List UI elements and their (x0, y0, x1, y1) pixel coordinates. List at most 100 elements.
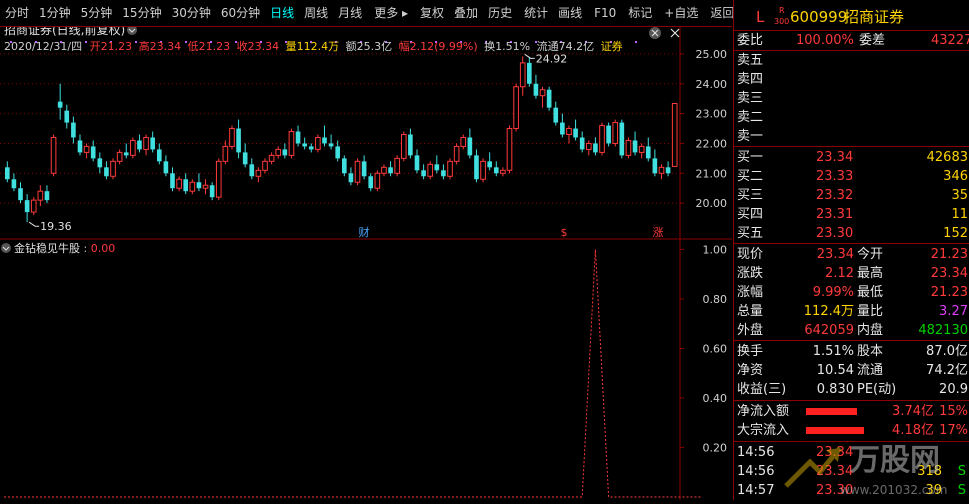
stat-row: 现价 23.34 今开 21.23 (734, 245, 969, 264)
quote-turn-label: 换 (484, 39, 495, 53)
stat-row: 涨跌 2.12 最高 23.34 (734, 264, 969, 283)
stat-label: 换手 (737, 344, 764, 359)
quote-sector: 证券 (601, 39, 623, 53)
stat-label: 收益(三) (737, 382, 787, 397)
candle-body (434, 164, 440, 171)
stat-value: 482130 (918, 323, 968, 338)
stat-label: 涨幅 (737, 285, 764, 300)
quote-low-label: 低 (188, 40, 199, 53)
ind-ytick-label: 0.80 (703, 293, 728, 306)
candle-body (645, 146, 651, 159)
toolbar-item[interactable]: 周线 (299, 0, 333, 26)
toolbar-item[interactable]: 更多 ▸ (369, 0, 413, 26)
stat-value: 21.23 (930, 285, 968, 300)
candle-body (381, 166, 387, 174)
candle-body (18, 188, 23, 201)
toolbar-item[interactable]: 统计 (519, 0, 553, 26)
candle-body (593, 143, 598, 153)
candle-body (658, 166, 665, 174)
candle-body (493, 167, 499, 174)
sell-level-row: 卖四 (734, 70, 969, 89)
chart-close-icon[interactable] (670, 28, 680, 38)
quote-float-label: 流通 (537, 39, 559, 53)
toolbar-item[interactable]: 叠加 (449, 0, 483, 26)
candle-body (394, 157, 400, 174)
candle-body (460, 136, 467, 147)
toolbar-item[interactable]: 30分钟 (167, 0, 216, 26)
toolbar-item[interactable]: 1分钟 (34, 0, 76, 26)
candle-body (408, 134, 413, 156)
toolbar-item[interactable]: 日线 (265, 0, 299, 26)
candle-body (44, 191, 50, 201)
candle-body (625, 139, 632, 156)
sell-level-label: 卖五 (737, 53, 764, 68)
candle-body (487, 161, 492, 168)
toolbar-item[interactable]: 画线 (553, 0, 587, 26)
chart-title-dropdown-icon[interactable] (127, 25, 137, 35)
flow-bar (806, 427, 864, 434)
candle-body (295, 131, 301, 144)
k-ytick-label: 24.00 (696, 78, 728, 91)
toolbar-item[interactable]: F10 (589, 0, 621, 26)
k-ytick-label: 22.00 (696, 137, 728, 150)
ind-ytick-label: 0.20 (703, 441, 728, 454)
buy-level-price: 23.34 (816, 150, 854, 165)
annotation-label: 24.92 (536, 52, 568, 65)
marker-s[interactable]: $ (561, 226, 568, 239)
buy-level-row: 买五 23.30 152 (734, 224, 969, 243)
code-sub: 300 (774, 17, 790, 26)
candle-body (374, 172, 381, 189)
candle-body (137, 140, 142, 150)
annotation-label: 19.36 (40, 220, 72, 233)
toolbar-item[interactable]: 复权 (415, 0, 449, 26)
candle-body (90, 146, 96, 159)
quote-float: 74.2亿 (559, 40, 595, 53)
candle-body (341, 158, 347, 174)
tick-price: 23.34 (816, 445, 854, 460)
quote-chg-label: 幅 (399, 40, 410, 53)
k-ytick-label: 25.00 (696, 48, 728, 61)
marker-zhang[interactable]: 涨 (653, 226, 664, 239)
sell-level-row: 卖二 (734, 108, 969, 127)
flow-pct: 15% (939, 404, 968, 419)
stat-row: 收益(三) 0.830 PE(动) 20.9 (734, 380, 969, 399)
stat-value: 10.54 (816, 363, 854, 378)
tick-row: 14:56 23.34 (734, 443, 969, 462)
stat-label: 今开 (857, 247, 884, 262)
toolbar-item[interactable]: 15分钟 (117, 0, 166, 26)
stat-value: 23.34 (816, 247, 854, 262)
stat-label: 股本 (857, 344, 884, 359)
toolbar-item[interactable]: 标记 (623, 0, 657, 26)
indicator-settings-icon[interactable] (1, 243, 11, 253)
buy-level-volume: 346 (943, 169, 968, 184)
sell-level-label: 卖一 (737, 129, 764, 144)
tick-time: 14:56 (737, 464, 775, 479)
toolbar-item[interactable]: 60分钟 (216, 0, 265, 26)
tick-row: 14:56 23.34 318 S (734, 462, 969, 481)
toolbar-item[interactable]: 分时 (0, 0, 34, 26)
marker-cai[interactable]: 财 (359, 225, 370, 239)
stat-value: 74.2亿 (926, 363, 968, 378)
candle-body (560, 122, 565, 135)
toolbar-item[interactable]: 月线 (333, 0, 367, 26)
flow-value: 4.18亿 (892, 423, 934, 438)
toolbar-item[interactable]: 5分钟 (76, 0, 118, 26)
buy-level-label: 买二 (737, 169, 764, 184)
candle-body (4, 167, 10, 180)
candle-body (388, 167, 393, 174)
candle-body (553, 107, 559, 123)
buy-level-row: 买三 23.32 35 (734, 186, 969, 205)
candle-body (421, 170, 426, 177)
stat-value: 0.830 (816, 382, 854, 397)
toolbar-item[interactable]: +自选 (659, 0, 703, 26)
buy-level-volume: 35 (951, 188, 968, 203)
tick-volume: 39 (925, 483, 942, 498)
quote-amt: 25.3亿 (357, 40, 393, 53)
indicator-series-line (4, 249, 702, 498)
stat-value: 2.12 (825, 266, 854, 281)
buy-level-row: 买一 23.34 42683 (734, 148, 969, 167)
candle-body (288, 131, 295, 156)
toolbar-item[interactable]: 历史 (483, 0, 517, 26)
chart-settings-icon[interactable] (649, 27, 661, 39)
buy-level-volume: 152 (943, 226, 968, 241)
